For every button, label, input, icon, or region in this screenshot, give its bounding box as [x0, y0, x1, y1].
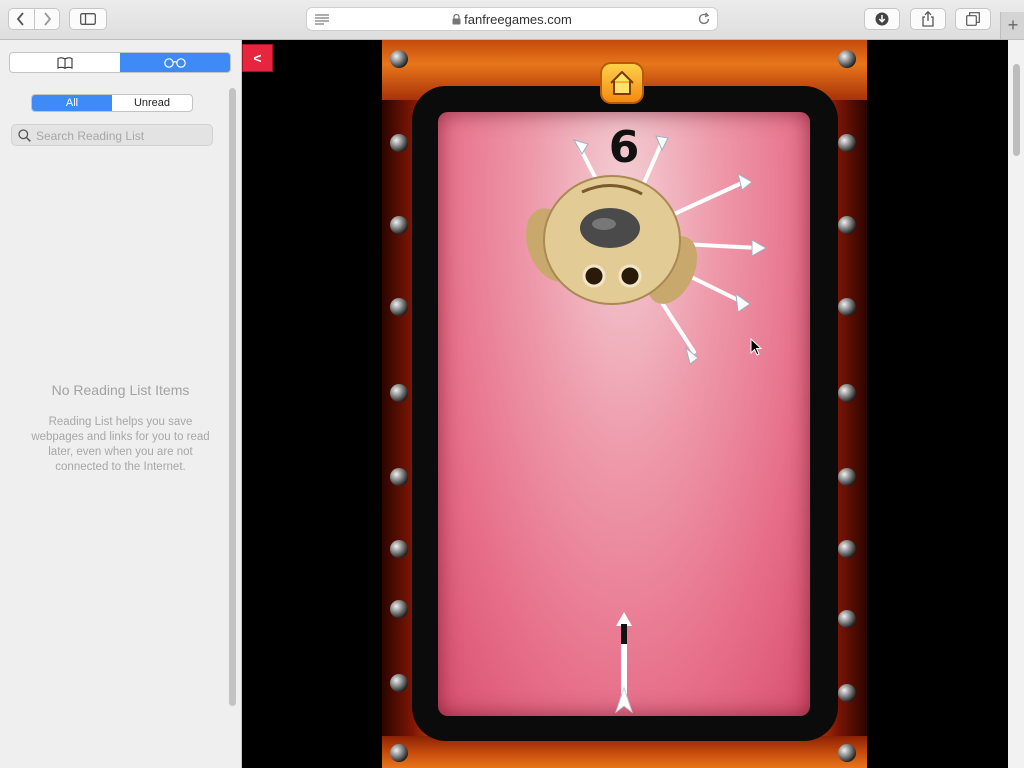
url-row: fanfreegames.com	[307, 12, 717, 27]
bookmarks-tab[interactable]	[10, 53, 120, 72]
lock-icon	[452, 13, 461, 25]
filter-unread-button[interactable]: Unread	[112, 95, 192, 111]
back-icon[interactable]	[9, 12, 34, 26]
bolt	[390, 50, 408, 68]
web-page-content: < 6	[242, 40, 1024, 768]
bolt	[390, 134, 408, 152]
sidebar-icon	[80, 13, 96, 25]
bolt	[838, 216, 856, 234]
bolt	[838, 134, 856, 152]
collapse-button[interactable]: <	[242, 44, 273, 72]
dog-eye	[618, 264, 642, 288]
reading-list-search[interactable]: Search Reading List	[11, 124, 213, 146]
sidebar-scrollbar[interactable]	[229, 88, 236, 706]
share-icon	[922, 11, 934, 27]
page-scrollbar[interactable]	[1013, 64, 1020, 156]
mouse-cursor-icon	[750, 338, 762, 356]
download-icon	[875, 12, 889, 26]
browser-toolbar: fanfreegames.com +	[0, 0, 1024, 40]
bolt	[838, 610, 856, 628]
empty-state-title: No Reading List Items	[51, 382, 190, 398]
bookmarks-icon	[57, 56, 73, 69]
tabs-overview-button[interactable]	[955, 8, 991, 30]
reading-list-tab[interactable]	[120, 53, 230, 72]
share-button[interactable]	[910, 8, 946, 30]
bolt	[838, 540, 856, 558]
downloads-button[interactable]	[864, 8, 900, 30]
bolt	[838, 50, 856, 68]
tabs-icon	[966, 12, 980, 26]
target-character[interactable]	[522, 130, 782, 420]
bolt	[390, 298, 408, 316]
filter-all-button[interactable]: All	[32, 95, 112, 111]
history-nav	[8, 8, 60, 30]
new-tab-button[interactable]: +	[1000, 12, 1024, 39]
forward-icon[interactable]	[34, 12, 59, 26]
search-placeholder: Search Reading List	[36, 129, 145, 143]
bolt	[838, 384, 856, 402]
sidebar-toggle-button[interactable]	[69, 8, 107, 30]
home-icon	[610, 71, 634, 95]
empty-state-description: Reading List helps you save webpages and…	[31, 416, 210, 473]
bolt	[838, 744, 856, 762]
dog-eye	[582, 264, 606, 288]
reading-list-filter: All Unread	[31, 94, 193, 112]
bolt	[838, 468, 856, 486]
bolt	[390, 744, 408, 762]
home-button[interactable]	[600, 62, 644, 104]
reload-icon[interactable]	[697, 12, 711, 26]
sidebar-segment-control	[9, 52, 231, 73]
bolt	[390, 384, 408, 402]
ready-arrow[interactable]	[614, 612, 634, 716]
reading-list-icon	[164, 57, 186, 68]
bolt	[838, 298, 856, 316]
search-icon	[18, 129, 31, 142]
address-bar[interactable]: fanfreegames.com	[306, 7, 718, 31]
reading-list-sidebar: All Unread Search Reading List No Readin…	[0, 40, 242, 768]
bolt	[390, 216, 408, 234]
url-text: fanfreegames.com	[464, 12, 572, 27]
bolt	[390, 674, 408, 692]
bolt	[838, 684, 856, 702]
bolt	[390, 540, 408, 558]
bolt	[390, 600, 408, 618]
bolt	[390, 468, 408, 486]
plus-icon: +	[1007, 15, 1019, 35]
